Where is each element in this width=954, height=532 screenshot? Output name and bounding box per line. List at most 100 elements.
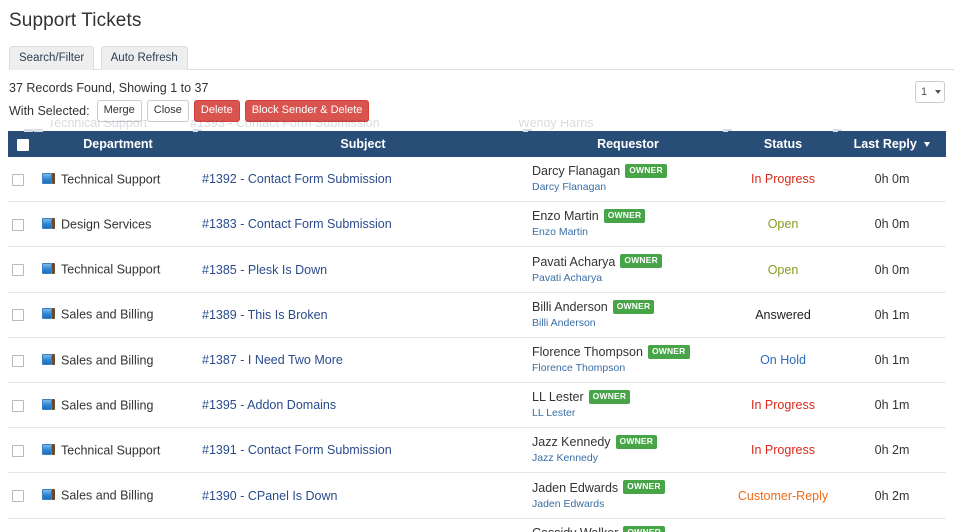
status-badge: Answered [755, 307, 811, 322]
header-status[interactable]: Status [728, 129, 842, 157]
department-label: Sales and Billing [61, 308, 154, 323]
row-select-cell[interactable] [8, 246, 38, 293]
requestor-name: Jaden Edwards [532, 480, 619, 495]
header-last-reply[interactable]: Last Reply [838, 131, 946, 157]
header-requestor[interactable]: Requestor [528, 129, 732, 157]
row-select-cell[interactable] [8, 427, 38, 474]
status-badge: In Progress [751, 172, 815, 187]
row-checkbox[interactable] [12, 354, 24, 367]
department-window-icon [42, 489, 55, 501]
tab-auto-refresh[interactable]: Auto Refresh [100, 46, 188, 70]
subject-link[interactable]: #1391 - Contact Form Submission [202, 443, 392, 457]
row-select-cell[interactable] [8, 518, 38, 532]
last-reply-cell: 0h 1m [838, 292, 946, 338]
row-select-cell[interactable] [8, 201, 38, 248]
sort-descending-icon[interactable] [924, 142, 931, 148]
table-row[interactable]: Sales and Billing #1387 - I Need Two More… [8, 337, 946, 384]
subject-cell[interactable]: #1389 - This Is Broken [198, 292, 528, 338]
department-label: Sales and Billing [61, 353, 154, 368]
requestor-cell: LL Lester OWNER LL Lester [528, 382, 728, 429]
requestor-account-link[interactable]: Billi Anderson [532, 317, 724, 330]
requestor-account-link[interactable]: Darcy Flanagan [532, 181, 724, 194]
table-row[interactable]: Technical Support #1391 - Contact Form Su… [8, 427, 946, 474]
requestor-account-link[interactable]: Enzo Martin [532, 226, 724, 239]
requestor-account-link[interactable]: Pavati Acharya [532, 272, 724, 285]
table-row[interactable]: Technical Support #1392 - Contact Form Su… [8, 157, 946, 203]
row-select-cell[interactable] [8, 472, 38, 519]
table-row[interactable]: Sales and Billing #1389 - This Is Broken B… [8, 292, 946, 338]
row-select-cell[interactable] [8, 157, 38, 203]
subject-cell[interactable]: #1391 - Contact Form Submission [198, 427, 528, 474]
requestor-cell: Cassidy WalkerOWNERCassidy Walker [528, 518, 728, 532]
tickets-table-container: Department Subject Requestor Status Last… [8, 129, 946, 532]
department-window-icon [42, 443, 55, 455]
subject-link[interactable]: #1385 - Plesk Is Down [202, 263, 327, 277]
row-checkbox[interactable] [12, 399, 24, 412]
select-all-checkbox[interactable] [17, 138, 29, 151]
department-label: Technical Support [61, 443, 161, 458]
requestor-name: Cassidy Walker [532, 526, 618, 532]
subject-link[interactable]: #1390 - CPanel Is Down [202, 489, 338, 503]
requestor-cell: Billi Anderson OWNER Billi Anderson [528, 292, 728, 338]
header-subject[interactable]: Subject [198, 129, 532, 157]
requestor-account-link[interactable]: Florence Thompson [532, 362, 724, 375]
subject-link[interactable]: #1395 - Addon Domains [202, 398, 336, 412]
row-select-cell[interactable] [8, 337, 38, 384]
close-button[interactable]: Close [146, 100, 189, 122]
status-cell: On Hold [728, 337, 838, 384]
subject-cell[interactable]: #1392 - Contact Form Submission [198, 157, 528, 203]
delete-button[interactable]: Delete [193, 100, 240, 122]
column-resize-grip[interactable] [24, 129, 33, 132]
row-select-cell[interactable] [8, 382, 38, 429]
status-badge: Customer-Reply [737, 488, 829, 503]
block-sender-delete-button[interactable]: Block Sender & Delete [244, 100, 370, 122]
subject-link[interactable]: #1383 - Contact Form Submission [202, 217, 392, 231]
table-row[interactable]: Technical Support#1388 - My Business Nee… [8, 518, 946, 532]
requestor-cell: Jaden Edwards OWNER Jaden Edwards [528, 472, 728, 519]
row-checkbox[interactable] [12, 264, 24, 277]
requestor-cell: Pavati Acharya OWNER Pavati Acharya [528, 246, 728, 293]
subject-cell[interactable]: #1395 - Addon Domains [198, 382, 528, 429]
tickets-table: Department Subject Requestor Status Last… [8, 129, 946, 532]
header-department-label: Department [83, 137, 153, 151]
subject-cell[interactable]: #1387 - I Need Two More [198, 337, 528, 384]
subject-cell[interactable]: #1383 - Contact Form Submission [198, 201, 528, 248]
row-select-cell[interactable] [8, 292, 38, 338]
department-cell: Technical Support [38, 157, 198, 203]
department-cell: Technical Support [38, 427, 198, 474]
table-row[interactable]: Technical Support #1385 - Plesk Is Down Pa… [8, 246, 946, 293]
table-row[interactable]: Design Services #1383 - Contact Form Subm… [8, 201, 946, 248]
subject-cell[interactable]: #1388 - My Business Needs Help [198, 518, 528, 532]
per-page-select[interactable]: 1 [915, 81, 945, 103]
subject-cell[interactable]: #1390 - CPanel Is Down [198, 472, 528, 519]
row-checkbox[interactable] [12, 445, 24, 458]
subject-link[interactable]: #1389 - This Is Broken [202, 308, 328, 322]
table-row[interactable]: Sales and Billing #1395 - Addon Domains LL… [8, 382, 946, 429]
subject-link[interactable]: #1387 - I Need Two More [202, 353, 343, 367]
status-cell: Customer-Reply [728, 472, 838, 519]
department-cell: Design Services [38, 201, 198, 248]
last-reply-cell: 0h 1m [838, 337, 946, 384]
requestor-cell: Darcy Flanagan OWNER Darcy Flanagan [528, 157, 728, 203]
row-checkbox[interactable] [12, 219, 24, 231]
row-checkbox[interactable] [12, 309, 24, 322]
owner-badge: OWNER [623, 525, 665, 532]
department-window-icon [42, 217, 55, 229]
column-resize-grip[interactable] [34, 129, 43, 132]
table-row[interactable]: Sales and Billing #1390 - CPanel Is Down J… [8, 472, 946, 519]
subject-link[interactable]: #1392 - Contact Form Submission [202, 172, 392, 186]
header-department[interactable]: Department [34, 129, 202, 157]
tab-search-filter[interactable]: Search/Filter [9, 46, 95, 70]
requestor-account-link[interactable]: LL Lester [532, 407, 724, 420]
subject-cell[interactable]: #1385 - Plesk Is Down [198, 246, 528, 293]
row-checkbox[interactable] [12, 490, 24, 503]
department-cell: Sales and Billing [38, 292, 198, 338]
requestor-account-link[interactable]: Jaden Edwards [532, 498, 724, 511]
status-badge: Open [767, 262, 799, 277]
requestor-name: Darcy Flanagan [532, 164, 621, 179]
table-body: Technical Support #1392 - Contact Form Su… [8, 157, 946, 532]
merge-button[interactable]: Merge [96, 100, 142, 122]
row-checkbox[interactable] [12, 173, 24, 186]
header-select-all[interactable] [8, 129, 38, 157]
requestor-account-link[interactable]: Jazz Kennedy [532, 452, 724, 465]
